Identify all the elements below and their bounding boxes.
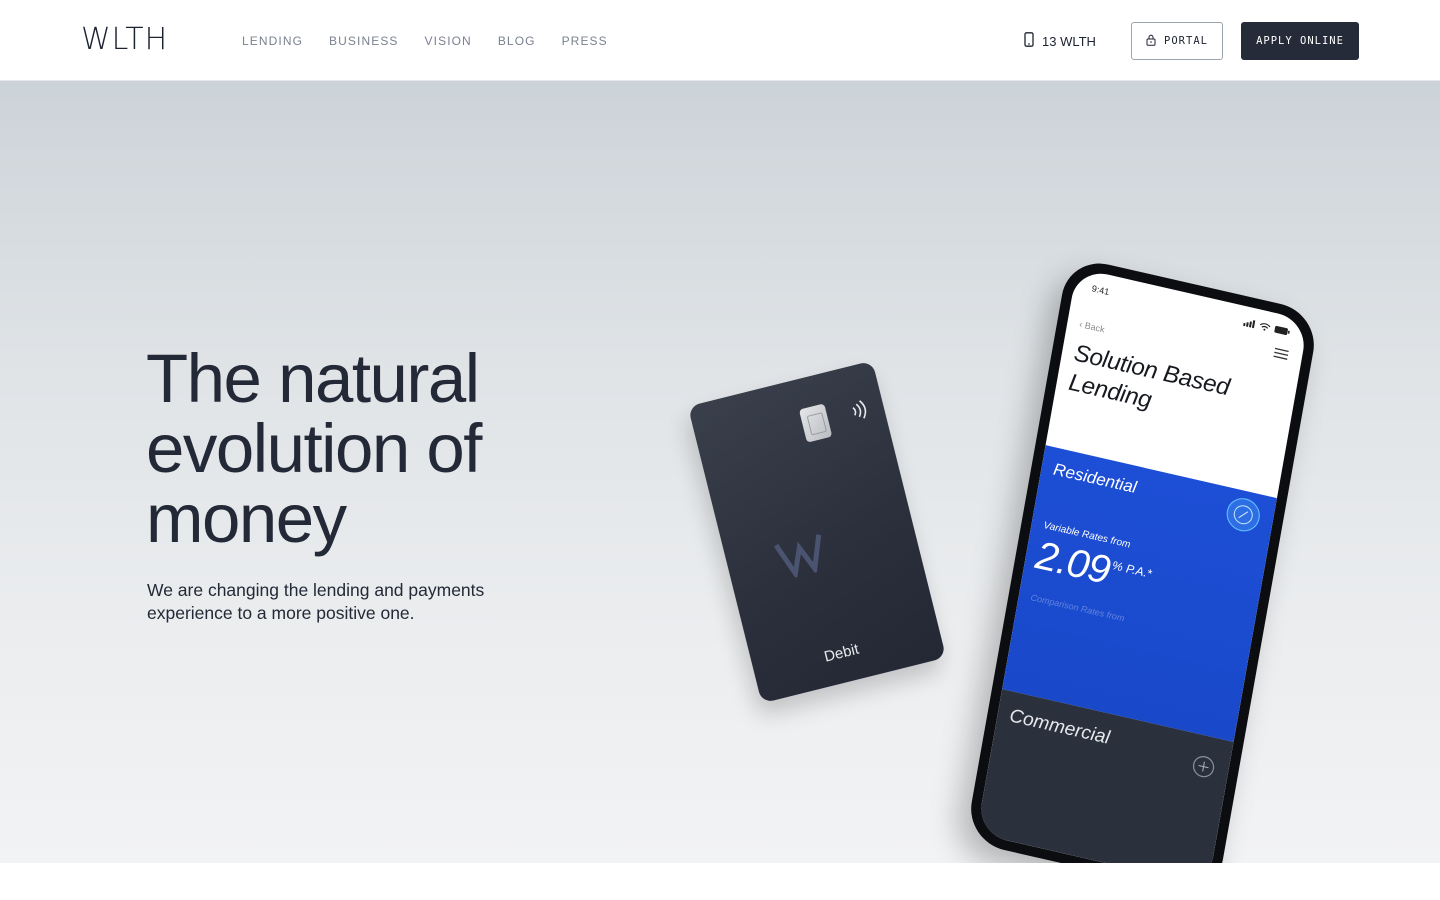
hero-headline: The natural evolution of money — [146, 344, 606, 554]
hamburger-menu-icon[interactable] — [1273, 347, 1289, 360]
phone-screen: 9:41 ‹ Back Solution Based Lending Resid… — [976, 267, 1309, 863]
card-chip-icon — [798, 403, 833, 443]
subhead-line-2: experience to a more positive one. — [147, 603, 415, 623]
comparison-rates-label: Comparison Rates from — [1029, 592, 1126, 624]
wifi-icon — [1259, 323, 1271, 331]
rate-unit: % P.A.* — [1111, 558, 1153, 581]
mobile-phone-icon — [1024, 32, 1034, 50]
phone-number: 13 WLTH — [1042, 33, 1096, 49]
wlth-logo[interactable]: WLTH — [81, 25, 168, 55]
commercial-label: Commercial — [1007, 705, 1112, 749]
phone-link[interactable]: 13 WLTH — [1024, 32, 1096, 50]
w-logo-icon — [773, 534, 822, 581]
portal-label: PORTAL — [1164, 35, 1208, 47]
residential-label: Residential — [1051, 459, 1139, 498]
site-header: WLTH LENDING BUSINESS VISION BLOG PRESS … — [0, 0, 1440, 81]
residential-panel[interactable]: Residential Variable Rates from 2.09 % P… — [1002, 445, 1277, 743]
signal-icon — [1243, 320, 1256, 329]
phone-mockup-image: 9:41 ‹ Back Solution Based Lending Resid… — [964, 255, 1321, 863]
nav-blog[interactable]: BLOG — [498, 34, 536, 48]
headline-line-2: evolution of — [146, 410, 482, 487]
lock-icon — [1146, 34, 1156, 49]
debit-card-image: Debit — [687, 360, 947, 704]
main-nav: LENDING BUSINESS VISION BLOG PRESS — [242, 34, 608, 48]
headline-line-3: money — [146, 480, 347, 557]
back-label: Back — [1083, 320, 1106, 335]
apply-online-button[interactable]: APPLY ONLINE — [1241, 22, 1359, 60]
back-link[interactable]: ‹ Back — [1079, 319, 1106, 335]
hero-subheading: We are changing the lending and payments… — [147, 579, 547, 625]
chevron-left-icon: ‹ — [1078, 319, 1084, 330]
next-section-start — [0, 863, 1440, 900]
nav-lending[interactable]: LENDING — [242, 34, 303, 48]
card-type-label: Debit — [822, 640, 861, 666]
status-icons — [1243, 318, 1291, 336]
nav-business[interactable]: BUSINESS — [329, 34, 399, 48]
compass-icon — [1226, 498, 1260, 532]
status-time: 9:41 — [1091, 283, 1111, 298]
hero-section: The natural evolution of money We are ch… — [0, 81, 1440, 863]
nav-vision[interactable]: VISION — [425, 34, 472, 48]
nav-press[interactable]: PRESS — [562, 34, 608, 48]
plus-circle-icon — [1192, 756, 1215, 778]
subhead-line-1: We are changing the lending and payments — [147, 580, 485, 600]
headline-line-1: The natural — [146, 340, 480, 417]
contactless-icon — [852, 400, 867, 419]
battery-icon — [1274, 325, 1290, 336]
app-title: Solution Based Lending — [1066, 339, 1232, 433]
portal-button[interactable]: PORTAL — [1131, 22, 1223, 60]
